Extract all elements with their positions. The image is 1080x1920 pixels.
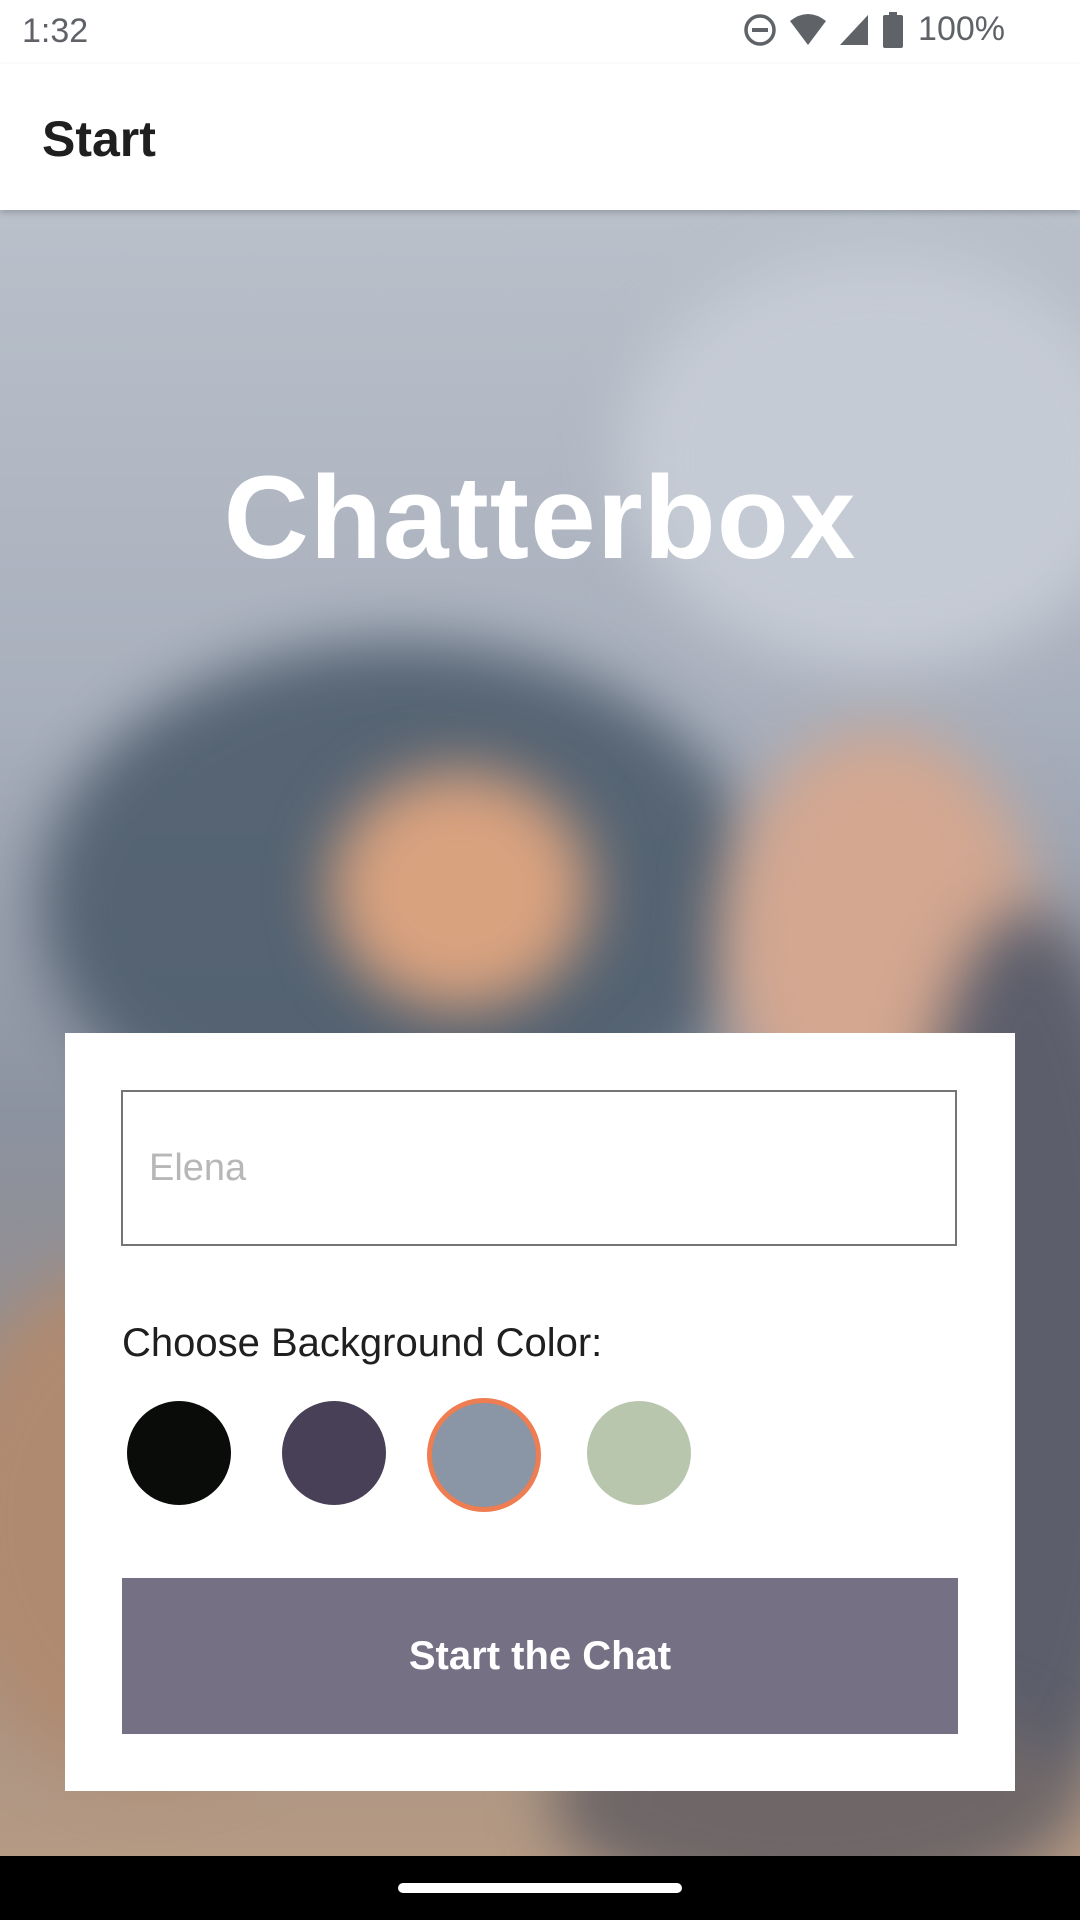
do-not-disturb-icon [742, 12, 778, 48]
app-bar: Start [0, 64, 1080, 210]
color-swatch-slate-blue-gray[interactable] [427, 1398, 541, 1512]
status-bar: 1:32 100% [0, 0, 1080, 64]
status-icons: 100% [742, 10, 1005, 49]
battery-percentage: 100% [918, 10, 1005, 48]
wifi-icon [788, 13, 828, 47]
color-swatch-sage-green[interactable] [587, 1401, 691, 1505]
battery-icon [882, 11, 904, 48]
image-blur-region [330, 770, 590, 1010]
start-chat-button[interactable]: Start the Chat [122, 1578, 958, 1734]
home-gesture-handle[interactable] [398, 1883, 682, 1893]
color-swatch-black[interactable] [127, 1401, 231, 1505]
start-form-card: Choose Background Color: Start the Chat [65, 1033, 1015, 1791]
color-swatches [127, 1395, 727, 1515]
status-time: 1:32 [22, 12, 89, 50]
signal-icon [838, 13, 872, 47]
screen-title: Start [42, 111, 156, 167]
color-swatch-dark-purple[interactable] [282, 1401, 386, 1505]
navigation-bar [0, 1856, 1080, 1920]
name-input[interactable] [121, 1090, 957, 1246]
app-name-title: Chatterbox [223, 452, 857, 584]
start-screen: 1:32 100% Start Chatterbox Elena Choose … [0, 0, 1080, 1920]
background-color-label: Choose Background Color: [122, 1321, 603, 1365]
